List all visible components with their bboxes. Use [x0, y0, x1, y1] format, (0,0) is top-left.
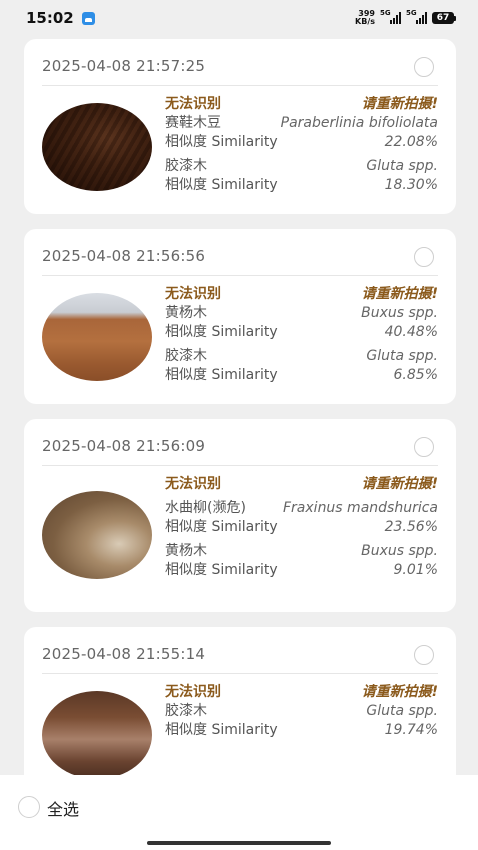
similarity-label: 相似度 Similarity	[165, 367, 278, 383]
clock: 15:02	[26, 9, 74, 27]
divider	[42, 85, 438, 86]
species-name-latin: Fraxinus mandshurica	[283, 500, 438, 516]
network-speed: 399 KB/s	[355, 9, 375, 26]
record-timestamp: 2025-04-08 21:56:56	[42, 247, 206, 265]
identification-result: 无法识别 请重新拍摄! 黄杨木 Buxus spp. 相似度 Similarit…	[165, 285, 438, 385]
species-name-cn: 胶漆木	[165, 348, 207, 364]
unrecognized-label: 无法识别	[165, 286, 221, 302]
wood-sample-photo[interactable]	[42, 103, 152, 191]
select-checkbox[interactable]	[414, 645, 434, 665]
species-name-cn: 黄杨木	[165, 305, 207, 321]
history-card[interactable]: 2025-04-08 21:56:09 无法识别 请重新拍摄! 水曲柳(濒危) …	[24, 419, 456, 612]
similarity-label: 相似度 Similarity	[165, 134, 278, 150]
battery-icon: 67	[432, 12, 456, 24]
similarity-label: 相似度 Similarity	[165, 177, 278, 193]
divider	[42, 275, 438, 276]
similarity-value: 40.48%	[384, 324, 438, 340]
divider	[42, 465, 438, 466]
wood-sample-photo[interactable]	[42, 293, 152, 381]
species-name-latin: Gluta spp.	[366, 158, 438, 174]
species-name-cn: 赛鞋木豆	[165, 115, 221, 131]
history-list: 2025-04-08 21:57:25 无法识别 请重新拍摄! 赛鞋木豆 Par…	[24, 39, 456, 817]
signal-icon: 5G	[380, 9, 401, 24]
retake-prompt: 请重新拍摄!	[361, 476, 438, 492]
wood-sample-photo[interactable]	[42, 691, 152, 779]
species-name-latin: Buxus spp.	[361, 543, 438, 559]
wood-sample-photo[interactable]	[42, 491, 152, 579]
unrecognized-label: 无法识别	[165, 684, 221, 700]
species-name-cn: 黄杨木	[165, 543, 207, 559]
similarity-label: 相似度 Similarity	[165, 519, 278, 535]
select-all-label[interactable]: 全选	[47, 796, 79, 820]
retake-prompt: 请重新拍摄!	[361, 684, 438, 700]
status-bar: 15:02 399 KB/s 5G 5G 67	[0, 0, 478, 36]
identification-result: 无法识别 请重新拍摄! 水曲柳(濒危) Fraxinus mandshurica…	[165, 475, 438, 580]
bottom-action-bar: 全选	[0, 775, 478, 850]
similarity-value: 22.08%	[384, 134, 438, 150]
similarity-value: 9.01%	[393, 562, 438, 578]
signal-icon: 5G	[406, 9, 427, 24]
species-name-cn: 胶漆木	[165, 703, 207, 719]
unrecognized-label: 无法识别	[165, 96, 221, 112]
species-name-cn: 水曲柳(濒危)	[165, 500, 246, 516]
species-name-cn: 胶漆木	[165, 158, 207, 174]
record-timestamp: 2025-04-08 21:56:09	[42, 437, 206, 455]
similarity-value: 18.30%	[384, 177, 438, 193]
species-name-latin: Buxus spp.	[361, 305, 438, 321]
home-indicator[interactable]	[147, 841, 331, 845]
select-all-checkbox[interactable]	[18, 796, 40, 818]
identification-result: 无法识别 请重新拍摄! 赛鞋木豆 Paraberlinia bifoliolat…	[165, 95, 438, 195]
similarity-label: 相似度 Similarity	[165, 562, 278, 578]
select-checkbox[interactable]	[414, 247, 434, 267]
retake-prompt: 请重新拍摄!	[361, 96, 438, 112]
species-name-latin: Paraberlinia bifoliolata	[280, 115, 438, 131]
similarity-label: 相似度 Similarity	[165, 722, 278, 738]
species-name-latin: Gluta spp.	[366, 703, 438, 719]
history-card[interactable]: 2025-04-08 21:57:25 无法识别 请重新拍摄! 赛鞋木豆 Par…	[24, 39, 456, 214]
identification-result: 无法识别 请重新拍摄! 胶漆木 Gluta spp. 相似度 Similarit…	[165, 683, 438, 740]
unrecognized-label: 无法识别	[165, 476, 221, 492]
similarity-value: 6.85%	[393, 367, 438, 383]
record-timestamp: 2025-04-08 21:57:25	[42, 57, 206, 75]
select-checkbox[interactable]	[414, 437, 434, 457]
retake-prompt: 请重新拍摄!	[361, 286, 438, 302]
similarity-value: 23.56%	[384, 519, 438, 535]
divider	[42, 673, 438, 674]
history-card[interactable]: 2025-04-08 21:56:56 无法识别 请重新拍摄! 黄杨木 Buxu…	[24, 229, 456, 404]
similarity-value: 19.74%	[384, 722, 438, 738]
gallery-notification-icon	[81, 11, 95, 25]
record-timestamp: 2025-04-08 21:55:14	[42, 645, 206, 663]
species-name-latin: Gluta spp.	[366, 348, 438, 364]
similarity-label: 相似度 Similarity	[165, 324, 278, 340]
select-checkbox[interactable]	[414, 57, 434, 77]
